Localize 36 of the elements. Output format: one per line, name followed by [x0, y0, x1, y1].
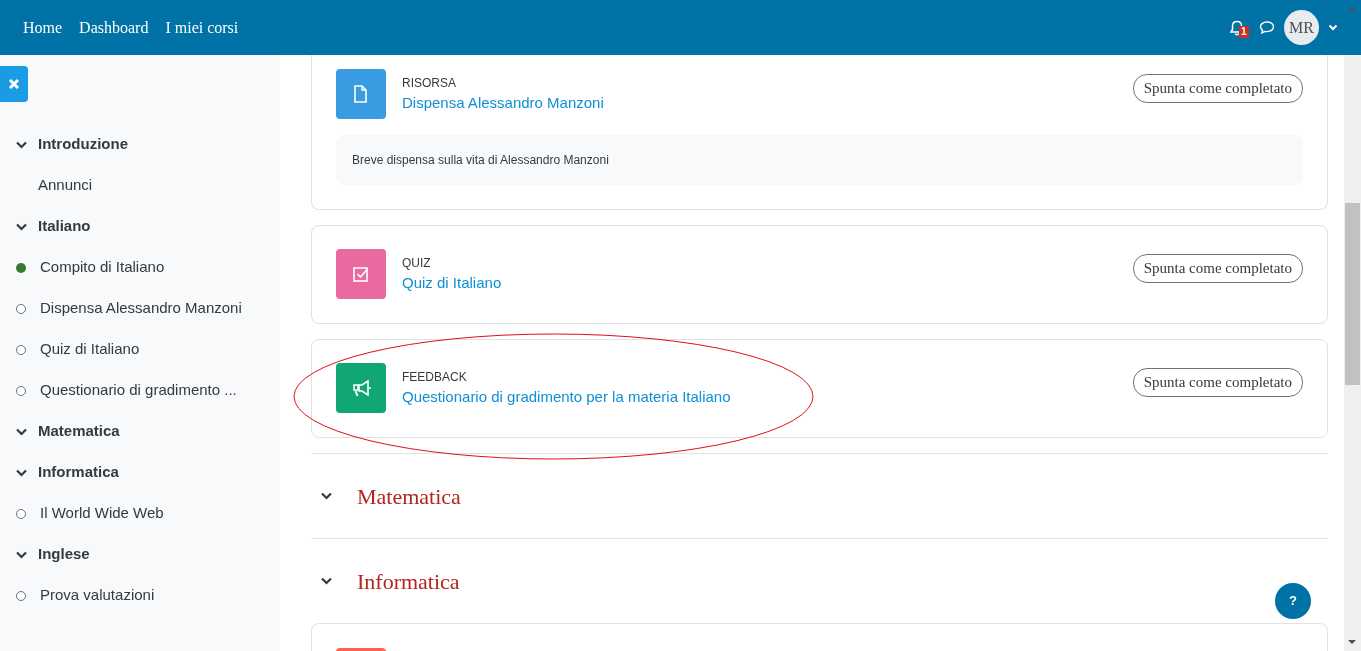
activity-link[interactable]: Questionario di gradimento per la materia Italiano: [402, 387, 731, 405]
nav-link[interactable]: Home: [23, 15, 63, 40]
close-icon: [8, 78, 20, 90]
section-link[interactable]: Italiano: [38, 215, 91, 238]
activity-link[interactable]: Questionario di gradimento ...: [40, 379, 237, 402]
section-link[interactable]: Informatica: [38, 461, 119, 484]
section-link[interactable]: Introduzione: [38, 133, 128, 156]
activity-description: Breve dispensa sulla vita di Alessandro Manzoni: [336, 135, 1303, 185]
mark-complete-button[interactable]: Spunta come completato: [1132, 254, 1303, 283]
nav-link[interactable]: I miei corsi: [165, 15, 239, 40]
chat-icon: [1259, 19, 1275, 36]
activity-link[interactable]: Prova valutazioni: [40, 584, 155, 607]
close-drawer-button[interactable]: [0, 66, 28, 102]
mark-complete-button[interactable]: Spunta come completato: [1132, 368, 1303, 397]
activity-link[interactable]: Annunci: [38, 174, 93, 197]
activity-link[interactable]: Quiz di Italiano: [40, 338, 140, 361]
bell-icon: [1229, 19, 1245, 36]
notification-count: 1: [1239, 25, 1249, 38]
nav-link[interactable]: Dashboard: [79, 15, 149, 40]
activity-type: QUIZ: [402, 254, 432, 272]
activity-link[interactable]: Dispensa Alessandro Manzoni: [40, 297, 242, 320]
activity-type: RISORSA: [402, 74, 457, 92]
mark-complete-button[interactable]: Spunta come completato: [1132, 74, 1303, 103]
activity-link[interactable]: Il World Wide Web: [40, 502, 164, 525]
help-button[interactable]: ?: [1275, 583, 1311, 619]
section-title: Matematica: [357, 482, 461, 511]
user-avatar[interactable]: MR: [1284, 10, 1319, 45]
caret-icon: [1328, 24, 1338, 31]
activity-type: FEEDBACK: [402, 368, 468, 386]
scrollbar-thumb[interactable]: [1345, 203, 1360, 385]
section-link[interactable]: Inglese: [38, 543, 90, 566]
activity-link[interactable]: Quiz di Italiano: [402, 273, 502, 291]
section-link[interactable]: Matematica: [38, 420, 120, 443]
activity-link[interactable]: Compito di Italiano: [40, 256, 165, 279]
section-title: Informatica: [357, 567, 460, 596]
activity-link[interactable]: Dispensa Alessandro Manzoni: [402, 93, 604, 111]
